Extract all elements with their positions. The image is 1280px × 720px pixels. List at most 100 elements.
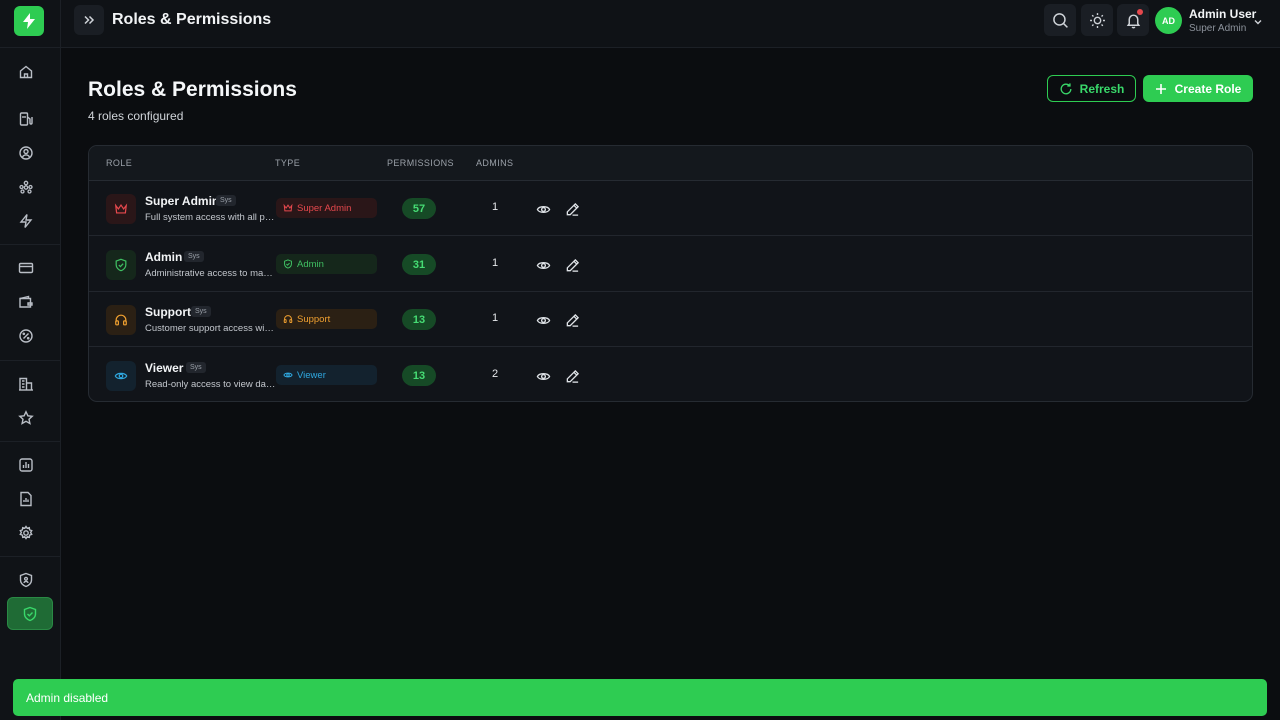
bar-chart-icon (19, 458, 33, 472)
admins-count: 1 (491, 312, 499, 324)
sidebar-item-roles[interactable] (7, 597, 53, 630)
theme-toggle-button[interactable] (1081, 4, 1113, 36)
search-icon (1052, 12, 1068, 28)
user-circle-icon (19, 146, 33, 160)
table-row[interactable]: Admin Sys Administrative access to manag… (89, 237, 1252, 292)
notification-dot (1137, 9, 1143, 15)
wallet-icon (19, 295, 33, 308)
crown-icon (283, 203, 293, 212)
role-description: Customer support access with limited per… (145, 323, 276, 334)
sidebar-item-analytics[interactable] (15, 454, 37, 476)
toast-notification[interactable]: Admin disabled (13, 679, 1267, 716)
edit-role-button[interactable] (564, 257, 580, 273)
type-badge-label: Super Admin (297, 202, 352, 214)
role-icon-super-admin (106, 194, 136, 224)
system-tag: Sys (184, 251, 204, 262)
system-tag: Sys (186, 362, 206, 373)
shield-user-icon (19, 572, 33, 588)
view-role-button[interactable] (535, 312, 551, 328)
app-logo[interactable] (14, 6, 44, 36)
permissions-count: 13 (402, 309, 436, 330)
sidebar-item-settings[interactable] (15, 522, 37, 544)
role-name: Support (145, 305, 191, 319)
pencil-icon (566, 313, 579, 327)
users-icon (19, 180, 33, 194)
table-row[interactable]: Support Sys Customer support access with… (89, 292, 1252, 347)
column-header-type: TYPE (275, 158, 301, 168)
shield-check-icon (284, 259, 292, 269)
sidebar-item-admins[interactable] (15, 569, 37, 591)
plus-icon (1155, 83, 1166, 94)
headphones-icon (115, 314, 127, 326)
edit-role-button[interactable] (564, 368, 580, 384)
zap-icon (19, 214, 33, 228)
pencil-icon (566, 202, 579, 216)
sidebar-item-users[interactable] (15, 142, 37, 164)
sidebar-divider (0, 47, 61, 48)
eye-icon (283, 372, 293, 378)
eye-icon (536, 316, 550, 324)
role-icon-admin (106, 250, 136, 280)
column-header-admins: ADMINS (476, 158, 514, 168)
shield-check-icon (115, 258, 127, 272)
role-name: Viewer (145, 361, 184, 375)
sidebar-item-promotions[interactable] (15, 325, 37, 347)
type-badge-label: Support (297, 313, 331, 325)
system-tag: Sys (191, 306, 211, 317)
sidebar-item-groups[interactable] (15, 176, 37, 198)
sun-icon (1089, 12, 1105, 28)
star-icon (18, 410, 34, 425)
sidebar-item-payments[interactable] (15, 257, 37, 279)
user-name[interactable]: Admin User (1189, 7, 1256, 21)
sidebar-item-fuel[interactable] (15, 108, 37, 130)
type-badge-label: Admin (297, 258, 324, 270)
admins-count: 2 (491, 368, 499, 380)
role-description: Read-only access to view dashboard data (145, 379, 276, 390)
credit-card-icon (18, 262, 34, 274)
avatar[interactable]: AD (1155, 7, 1182, 34)
role-description: Full system access with all permissions (145, 212, 276, 223)
search-button[interactable] (1044, 4, 1076, 36)
refresh-button[interactable]: Refresh (1047, 75, 1136, 102)
sidebar-item-home[interactable] (15, 61, 37, 83)
chevrons-right-icon (84, 15, 95, 25)
table-row[interactable]: Super Admin Sys Full system access with … (89, 181, 1252, 236)
home-icon (19, 65, 33, 79)
type-badge: Admin (276, 254, 377, 274)
type-badge-label: Viewer (297, 369, 326, 381)
sidebar-item-reviews[interactable] (15, 407, 37, 429)
notifications-button[interactable] (1117, 4, 1149, 36)
table-row[interactable]: Viewer Sys Read-only access to view dash… (89, 348, 1252, 401)
sidebar-item-charging[interactable] (15, 210, 37, 232)
building-icon (19, 377, 33, 391)
page-title: Roles & Permissions (88, 78, 297, 101)
file-chart-icon (20, 491, 32, 507)
sidebar-item-stations[interactable] (15, 373, 37, 395)
permissions-count: 13 (402, 365, 436, 386)
view-role-button[interactable] (535, 368, 551, 384)
type-badge: Super Admin (276, 198, 377, 218)
role-icon-support (106, 305, 136, 335)
pencil-icon (566, 369, 579, 383)
role-name: Super Admin (145, 194, 220, 208)
user-menu-chevron[interactable] (1253, 14, 1263, 32)
admins-count: 1 (491, 257, 499, 269)
sidebar-item-reports[interactable] (15, 488, 37, 510)
view-role-button[interactable] (535, 201, 551, 217)
role-icon-viewer (106, 361, 136, 391)
role-description: Administrative access to manage platform (145, 268, 276, 279)
type-badge: Viewer (276, 365, 377, 385)
eye-icon (114, 372, 128, 380)
sidebar-item-wallet[interactable] (15, 291, 37, 313)
expand-sidebar-button[interactable] (74, 5, 104, 35)
create-role-button[interactable]: Create Role (1143, 75, 1253, 102)
sidebar-divider (0, 441, 61, 442)
create-role-label: Create Role (1174, 81, 1242, 96)
topbar: Roles & Permissions AD Admin User Super … (61, 0, 1280, 48)
column-header-permissions: PERMISSIONS (387, 158, 454, 168)
view-role-button[interactable] (535, 257, 551, 273)
edit-role-button[interactable] (564, 201, 580, 217)
crown-icon (114, 203, 128, 214)
chevron-down-icon (1254, 20, 1262, 25)
edit-role-button[interactable] (564, 312, 580, 328)
